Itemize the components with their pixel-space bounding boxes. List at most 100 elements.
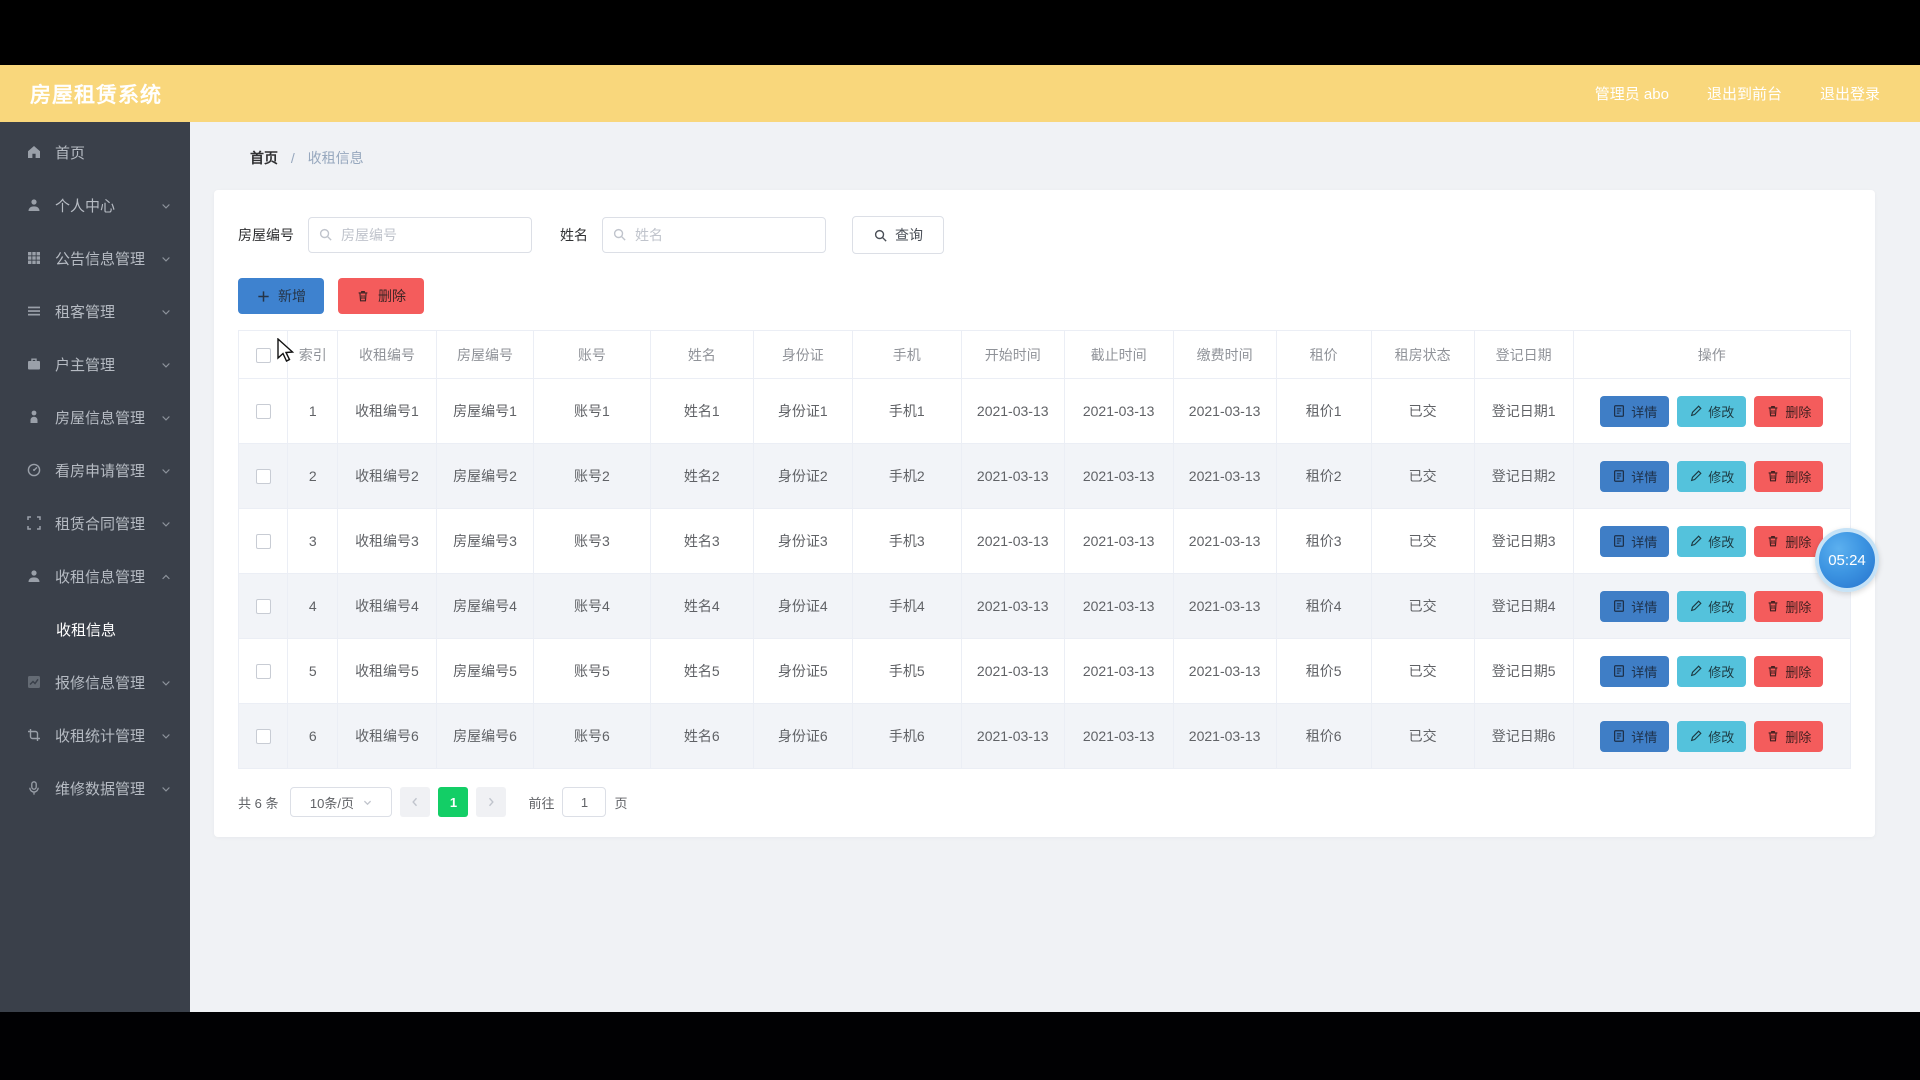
sidebar-item-label: 户主管理 bbox=[55, 357, 116, 374]
prev-page-button[interactable] bbox=[400, 787, 431, 817]
detail-button[interactable]: 详情 bbox=[1600, 395, 1670, 427]
sidebar-item-label: 收租统计管理 bbox=[55, 728, 146, 745]
sidebar-item[interactable]: 租客管理 bbox=[0, 285, 190, 338]
query-button[interactable]: 查询 bbox=[852, 216, 944, 254]
goto-page-input[interactable] bbox=[562, 787, 607, 817]
row-checkbox[interactable] bbox=[255, 729, 271, 745]
sidebar-item[interactable]: 看房申请管理 bbox=[0, 444, 190, 497]
sidebar-item[interactable]: 维修数据管理 bbox=[0, 762, 190, 815]
table-cell: 6 bbox=[287, 703, 338, 769]
row-delete-button[interactable]: 删除 bbox=[1754, 525, 1824, 557]
edit-button[interactable]: 修改 bbox=[1677, 720, 1747, 752]
sidebar-item[interactable]: 报修信息管理 bbox=[0, 656, 190, 709]
sidebar-subitem-active[interactable]: 收租信息 bbox=[0, 603, 190, 656]
arrow-left-icon bbox=[409, 796, 421, 808]
gauge-icon bbox=[26, 462, 43, 479]
add-button[interactable]: 新增 bbox=[238, 278, 324, 314]
table-cell: 收租编号5 bbox=[336, 638, 437, 704]
table-cell: 身份证4 bbox=[752, 573, 853, 639]
sidebar-item[interactable]: 公告信息管理 bbox=[0, 232, 190, 285]
sidebar-item[interactable]: 收租统计管理 bbox=[0, 709, 190, 762]
table-cell: 已交 bbox=[1370, 573, 1475, 639]
table-cell: 2021-03-13 bbox=[1172, 573, 1277, 639]
trash-icon bbox=[1766, 404, 1780, 418]
row-checkbox[interactable] bbox=[255, 404, 271, 420]
table-cell: 身份证3 bbox=[752, 508, 853, 574]
delete-button[interactable]: 删除 bbox=[338, 278, 424, 314]
action-label: 修改 bbox=[1708, 599, 1735, 615]
edit-button[interactable]: 修改 bbox=[1677, 590, 1747, 622]
column-header: 开始时间 bbox=[960, 330, 1065, 379]
row-checkbox[interactable] bbox=[255, 599, 271, 615]
column-header: 收租编号 bbox=[336, 330, 437, 379]
main-content: 首页 / 收租信息 房屋编号 姓名 bbox=[190, 122, 1920, 1012]
row-delete-button[interactable]: 删除 bbox=[1754, 655, 1824, 687]
house-no-input[interactable] bbox=[308, 217, 532, 253]
chevron-down-icon bbox=[160, 783, 172, 795]
row-checkbox[interactable] bbox=[255, 469, 271, 485]
table-cell: 收租编号6 bbox=[336, 703, 437, 769]
search-icon bbox=[318, 227, 333, 242]
briefcase-icon bbox=[26, 356, 43, 373]
top-letterbox bbox=[0, 0, 1920, 65]
table-cell: 手机4 bbox=[851, 573, 962, 639]
detail-button[interactable]: 详情 bbox=[1600, 460, 1670, 492]
detail-button[interactable]: 详情 bbox=[1600, 525, 1670, 557]
edit-button[interactable]: 修改 bbox=[1677, 460, 1747, 492]
edit-button[interactable]: 修改 bbox=[1677, 525, 1747, 557]
screen-timer-badge[interactable]: 05:24 bbox=[1815, 528, 1879, 592]
detail-button[interactable]: 详情 bbox=[1600, 720, 1670, 752]
detail-button[interactable]: 详情 bbox=[1600, 590, 1670, 622]
row-delete-button[interactable]: 删除 bbox=[1754, 460, 1824, 492]
table-cell: 手机5 bbox=[851, 638, 962, 704]
sidebar-item[interactable]: 个人中心 bbox=[0, 179, 190, 232]
breadcrumb-home[interactable]: 首页 bbox=[250, 150, 278, 166]
home-icon bbox=[26, 144, 43, 161]
table-cell: 身份证1 bbox=[752, 378, 853, 444]
table-row: 6 收租编号6 房屋编号6 账号6 姓名6 身份证6 手机6 2021-03-13 2021-0… bbox=[237, 703, 1852, 769]
table-cell: 账号5 bbox=[533, 638, 651, 704]
next-page-button[interactable] bbox=[476, 787, 507, 817]
row-delete-button[interactable]: 删除 bbox=[1754, 590, 1824, 622]
table-cell: 收租编号1 bbox=[336, 378, 437, 444]
row-checkbox[interactable] bbox=[255, 534, 271, 550]
table-cell: 姓名6 bbox=[649, 703, 754, 769]
sidebar-item[interactable]: 房屋信息管理 bbox=[0, 391, 190, 444]
header-link-front[interactable]: 退出到前台 bbox=[1707, 83, 1782, 104]
column-header: 操作 bbox=[1572, 330, 1852, 379]
header-link-logout[interactable]: 退出登录 bbox=[1820, 83, 1880, 104]
action-label: 删除 bbox=[1785, 729, 1812, 745]
row-delete-button[interactable]: 删除 bbox=[1754, 395, 1824, 427]
content-card: 房屋编号 姓名 bbox=[214, 190, 1875, 837]
page-size-value: 10条/页 bbox=[309, 795, 354, 811]
page-number-button[interactable]: 1 bbox=[438, 787, 469, 817]
column-header: 缴费时间 bbox=[1172, 330, 1277, 379]
doc-icon bbox=[1612, 599, 1626, 613]
toolbar: 新增 删除 bbox=[238, 278, 1851, 314]
sidebar-item[interactable]: 收租信息管理 bbox=[0, 550, 190, 603]
table-cell: 收租编号2 bbox=[336, 443, 437, 509]
sidebar-item[interactable]: 首页 bbox=[0, 126, 190, 179]
app-title: 房屋租赁系统 bbox=[30, 83, 162, 107]
action-label: 修改 bbox=[1708, 469, 1735, 485]
name-input[interactable] bbox=[602, 217, 826, 253]
row-delete-button[interactable]: 删除 bbox=[1754, 720, 1824, 752]
row-checkbox[interactable] bbox=[255, 664, 271, 680]
delete-button-label: 删除 bbox=[378, 288, 406, 304]
column-header: 登记日期 bbox=[1473, 330, 1574, 379]
table-cell: 手机6 bbox=[851, 703, 962, 769]
table-cell: 4 bbox=[287, 573, 338, 639]
select-all-checkbox[interactable] bbox=[255, 347, 271, 363]
header-link-admin[interactable]: 管理员 abo bbox=[1595, 83, 1669, 104]
table-cell: 2021-03-13 bbox=[1172, 443, 1277, 509]
edit-button[interactable]: 修改 bbox=[1677, 395, 1747, 427]
edit-button[interactable]: 修改 bbox=[1677, 655, 1747, 687]
table-cell: 姓名2 bbox=[649, 443, 754, 509]
page-size-select[interactable]: 10条/页 bbox=[290, 787, 393, 817]
sidebar-item[interactable]: 户主管理 bbox=[0, 338, 190, 391]
row-actions: 详情 修改 删除 bbox=[1572, 703, 1852, 769]
detail-button[interactable]: 详情 bbox=[1600, 655, 1670, 687]
sidebar-item[interactable]: 租赁合同管理 bbox=[0, 497, 190, 550]
name-label: 姓名 bbox=[560, 227, 588, 243]
pen-icon bbox=[1689, 469, 1703, 483]
